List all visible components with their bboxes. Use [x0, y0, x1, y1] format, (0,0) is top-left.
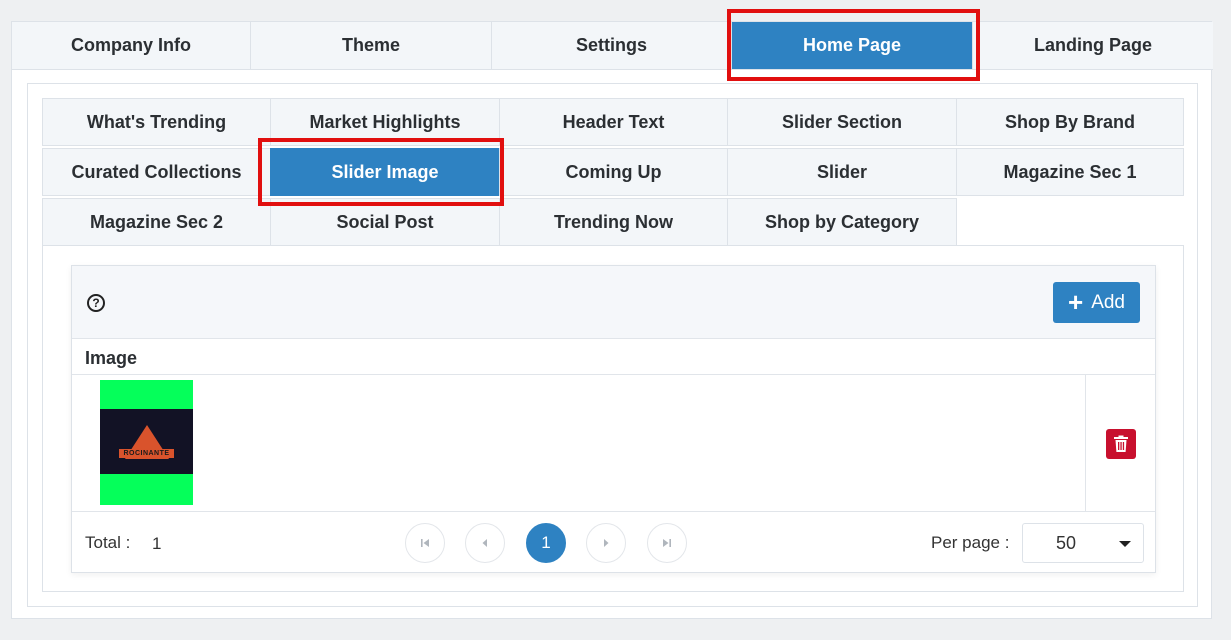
prev-page-button[interactable] [465, 523, 505, 563]
plus-icon: + [1068, 286, 1084, 317]
chevron-down-icon [1119, 541, 1131, 547]
tab-landing-page[interactable]: Landing Page [973, 22, 1213, 70]
first-page-icon [421, 539, 429, 547]
page-number-button[interactable]: 1 [526, 523, 566, 563]
trash-icon [1114, 435, 1128, 452]
per-page-label: Per page : [931, 533, 1010, 552]
tab-magazine-sec-2[interactable]: Magazine Sec 2 [42, 198, 271, 246]
first-page-button[interactable] [405, 523, 445, 563]
tab-coming-up[interactable]: Coming Up [499, 148, 728, 196]
tab-header-text[interactable]: Header Text [499, 98, 728, 146]
slider-image-pane: ? + Add Image ROCINANTE Total: 1 1 Per … [42, 245, 1184, 592]
tab-shop-by-category[interactable]: Shop by Category [727, 198, 957, 246]
logo-text: ROCINANTE [119, 449, 174, 458]
tab-settings[interactable]: Settings [492, 22, 732, 70]
add-button-label: Add [1091, 291, 1125, 313]
tab-shop-by-brand[interactable]: Shop By Brand [956, 98, 1184, 146]
help-icon[interactable]: ? [87, 294, 105, 312]
add-button[interactable]: + Add [1053, 282, 1140, 323]
tab-slider-image[interactable]: Slider Image [270, 148, 500, 196]
top-tab-bar: Company Info Theme Settings Home Page La… [12, 22, 1213, 70]
tab-company-info[interactable]: Company Info [12, 22, 251, 70]
last-page-icon [663, 539, 671, 547]
tab-theme[interactable]: Theme [251, 22, 492, 70]
delete-button[interactable] [1106, 429, 1136, 459]
tab-slider[interactable]: Slider [727, 148, 957, 196]
home-page-content: What's Trending Market Highlights Header… [27, 83, 1198, 607]
tab-curated-collections[interactable]: Curated Collections [42, 148, 271, 196]
table-row: ROCINANTE [72, 375, 1155, 512]
grid-toolbar: ? + Add [72, 266, 1155, 339]
chevron-right-icon [604, 539, 609, 547]
slider-image-grid: ? + Add Image ROCINANTE Total: 1 1 Per … [71, 265, 1156, 573]
grid-footer: Total : 1 1 Per page : 50 [72, 512, 1155, 573]
settings-panel: Company Info Theme Settings Home Page La… [11, 21, 1213, 619]
column-header-image[interactable]: Image [72, 339, 1155, 375]
next-page-button[interactable] [586, 523, 626, 563]
per-page-value: 50 [1056, 533, 1077, 553]
last-page-button[interactable] [647, 523, 687, 563]
total-count: 1 [152, 534, 162, 553]
slider-image-thumbnail[interactable]: ROCINANTE [100, 380, 193, 505]
per-page-select[interactable]: 50 [1022, 523, 1144, 563]
tab-home-page[interactable]: Home Page [732, 22, 973, 70]
image-cell: ROCINANTE [72, 375, 1086, 511]
tab-trending-now[interactable]: Trending Now [499, 198, 728, 246]
tab-market-highlights[interactable]: Market Highlights [270, 98, 500, 146]
tab-magazine-sec-1[interactable]: Magazine Sec 1 [956, 148, 1184, 196]
tab-whats-trending[interactable]: What's Trending [42, 98, 271, 146]
rocinante-logo-image: ROCINANTE [100, 409, 193, 474]
total-label: Total : [85, 533, 131, 552]
tab-social-post[interactable]: Social Post [270, 198, 500, 246]
chevron-left-icon [482, 539, 487, 547]
tab-slider-section[interactable]: Slider Section [727, 98, 957, 146]
